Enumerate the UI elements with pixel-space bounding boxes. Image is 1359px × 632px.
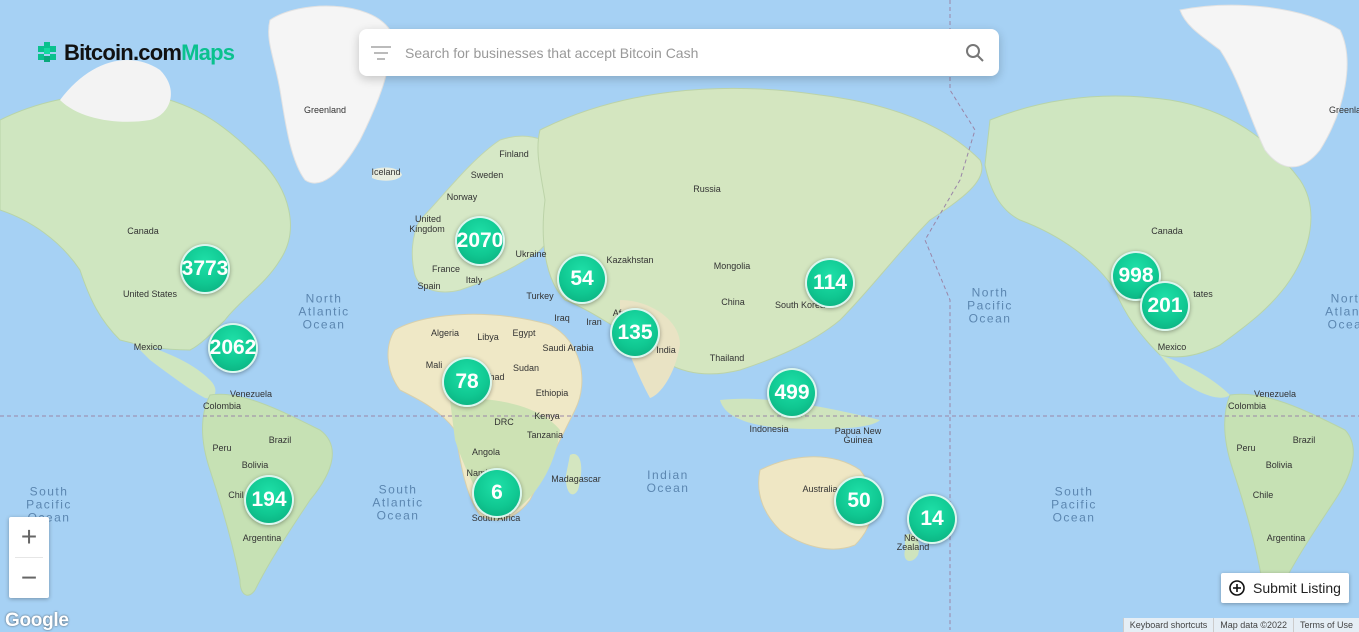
label-papua-2: Guinea [843,435,873,445]
label-russia: Russia [693,184,721,194]
cluster-marker-south-america[interactable]: 194 [244,475,294,525]
label-france: France [431,264,461,274]
label-libya: Libya [477,332,499,342]
label-egypt: Egypt [512,328,536,338]
label-argentina-right: Argentina [1266,533,1306,543]
label-ethiopia: Ethiopia [535,388,569,398]
label-north-atlantic: North Atlantic Ocean [298,291,350,332]
logo-text-maps: Maps [181,40,235,65]
cluster-marker-east-asia[interactable]: 114 [805,258,855,308]
label-sweden: Sweden [470,170,504,180]
label-kazakhstan: Kazakhstan [606,255,654,265]
label-mongolia: Mongolia [713,261,751,271]
cluster-marker-europe[interactable]: 2070 [455,216,505,266]
cluster-marker-west-africa[interactable]: 78 [442,357,492,407]
label-south-atlantic: South Atlantic Ocean [372,482,424,523]
label-ukraine: Ukraine [515,249,547,259]
terms-of-use-link[interactable]: Terms of Use [1292,618,1359,632]
label-angola: Angola [471,447,501,457]
label-greenland-right: Greenla [1328,105,1359,115]
map-data-attribution: Map data ©2022 [1213,618,1293,632]
label-bolivia: Bolivia [241,460,269,470]
label-new-zealand-2: Zealand [896,542,930,552]
cluster-marker-south-asia[interactable]: 135 [610,308,660,358]
label-united-states-right: tates [1193,289,1213,299]
world-map[interactable]: Greenland Greenla Iceland Finland Sweden… [0,0,1359,632]
label-spain: Spain [417,281,441,291]
bitcoin-com-maps-logo[interactable]: Bitcoin.com Maps [38,38,235,68]
label-brazil: Brazil [268,435,292,445]
label-colombia: Colombia [202,401,242,411]
label-south-pacific-right: South Pacific Ocean [1051,484,1097,525]
cluster-marker-mexico[interactable]: 201 [1140,281,1190,331]
label-indian-ocean: Indian Ocean [646,468,690,495]
submit-listing-button[interactable]: Submit Listing [1221,573,1349,603]
label-saudi-arabia: Saudi Arabia [542,343,594,353]
label-mexico: Mexico [133,342,163,352]
label-peru: Peru [212,443,232,453]
cluster-marker-caribbean[interactable]: 2062 [208,323,258,373]
label-uk-1: United [414,214,442,224]
google-logo[interactable]: Google [5,610,69,632]
cluster-marker-middle-east[interactable]: 54 [557,254,607,304]
label-tanzania: Tanzania [526,430,564,440]
plus-circle-icon [1229,580,1245,596]
label-north-pacific: North Pacific Ocean [967,285,1013,326]
label-norway: Norway [446,192,478,202]
label-peru-right: Peru [1236,443,1256,453]
label-north-atlantic-right: Nort Atlant Ocea [1325,291,1359,332]
label-canada: Canada [127,226,159,236]
label-sudan: Sudan [512,363,540,373]
keyboard-shortcuts-link[interactable]: Keyboard shortcuts [1122,618,1214,632]
map-footer: Keyboard shortcuts Map data ©2022 Terms … [1122,618,1359,632]
label-madagascar: Madagascar [551,474,601,484]
label-brazil-right: Brazil [1292,435,1316,445]
cluster-marker-new-zealand[interactable]: 14 [907,494,957,544]
submit-listing-label: Submit Listing [1253,580,1341,596]
cluster-marker-australia[interactable]: 50 [834,476,884,526]
search-bar[interactable] [359,29,999,76]
label-china: China [721,297,745,307]
cluster-marker-na-east[interactable]: 3773 [180,244,230,294]
label-colombia-right: Colombia [1227,401,1267,411]
zoom-out-button[interactable]: − [9,558,49,598]
label-mali: Mali [425,360,443,370]
label-greenland: Greenland [303,105,347,115]
label-australia: Australia [802,484,838,494]
zoom-in-button[interactable]: + [9,517,49,557]
label-kenya: Kenya [534,411,560,421]
label-venezuela-right: Venezuela [1253,389,1297,399]
label-drc: DRC [494,417,514,427]
label-united-states: United States [122,289,178,299]
cluster-marker-southeast-asia[interactable]: 499 [767,368,817,418]
search-input[interactable] [403,43,965,62]
zoom-controls: + − [9,517,49,598]
label-iceland: Iceland [371,167,401,177]
label-mexico-right: Mexico [1157,342,1187,352]
label-chile: Chil [228,490,244,500]
label-venezuela: Venezuela [229,389,273,399]
label-finland: Finland [499,149,529,159]
logo-mark-icon [38,42,56,62]
label-chile-right: Chile [1252,490,1274,500]
label-thailand: Thailand [709,353,745,363]
label-indonesia: Indonesia [749,424,789,434]
label-iraq: Iraq [554,313,570,323]
label-india: India [656,345,676,355]
filter-icon[interactable] [371,45,391,61]
search-icon[interactable] [965,43,985,63]
label-bolivia-right: Bolivia [1265,460,1293,470]
label-canada-right: Canada [1151,226,1183,236]
label-iran: Iran [586,317,602,327]
label-italy: Italy [465,275,483,285]
label-algeria: Algeria [430,328,460,338]
logo-text-bitcoin: Bitcoin.com [64,40,182,65]
cluster-marker-southern-africa[interactable]: 6 [472,468,522,518]
label-argentina: Argentina [242,533,282,543]
label-turkey: Turkey [526,291,554,301]
label-uk-2: Kingdom [409,224,445,234]
